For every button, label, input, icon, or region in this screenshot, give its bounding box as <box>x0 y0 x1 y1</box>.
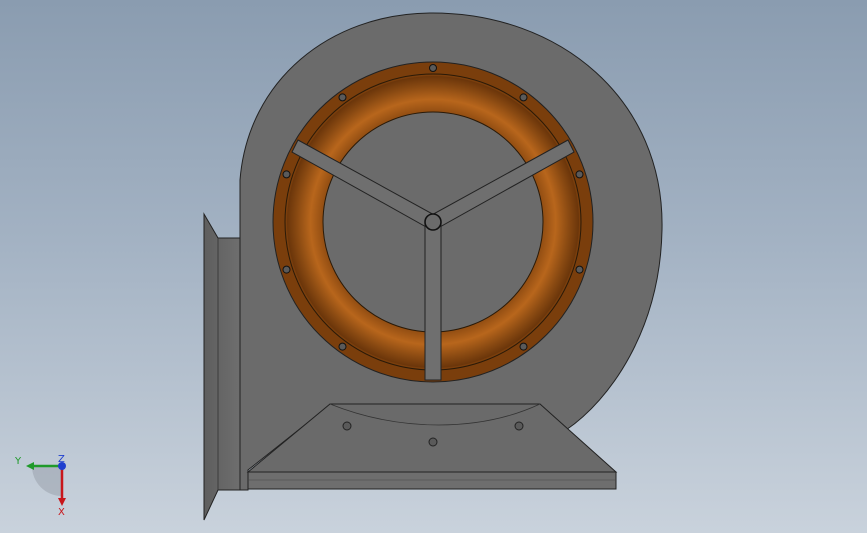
base-bolt-hole <box>342 421 352 431</box>
flange-bolt-hole <box>575 170 584 179</box>
flange-bolt-hole <box>338 342 347 351</box>
hub-circle <box>424 213 442 231</box>
base-bolt-hole <box>428 437 438 447</box>
flange-bolt-hole <box>338 93 347 102</box>
base-bolt-hole <box>514 421 524 431</box>
outlet-flange <box>203 212 241 521</box>
x-axis-arrow <box>58 498 66 506</box>
orientation-triad[interactable]: Y Z X <box>10 452 76 518</box>
y-axis-label: Y <box>14 456 22 467</box>
fan-housing-model[interactable] <box>0 0 867 533</box>
z-axis-label: Z <box>58 454 65 465</box>
flange-bolt-hole <box>429 64 437 72</box>
flange-bolt-hole <box>282 170 291 179</box>
flange-bolt-hole <box>575 265 584 274</box>
flange-bolt-hole <box>519 93 528 102</box>
x-axis-label: X <box>58 507 65 518</box>
flange-bolt-hole <box>282 265 291 274</box>
y-axis-arrow <box>26 462 34 470</box>
flange-bolt-hole <box>519 342 528 351</box>
3d-viewport[interactable]: Y Z X <box>0 0 867 533</box>
